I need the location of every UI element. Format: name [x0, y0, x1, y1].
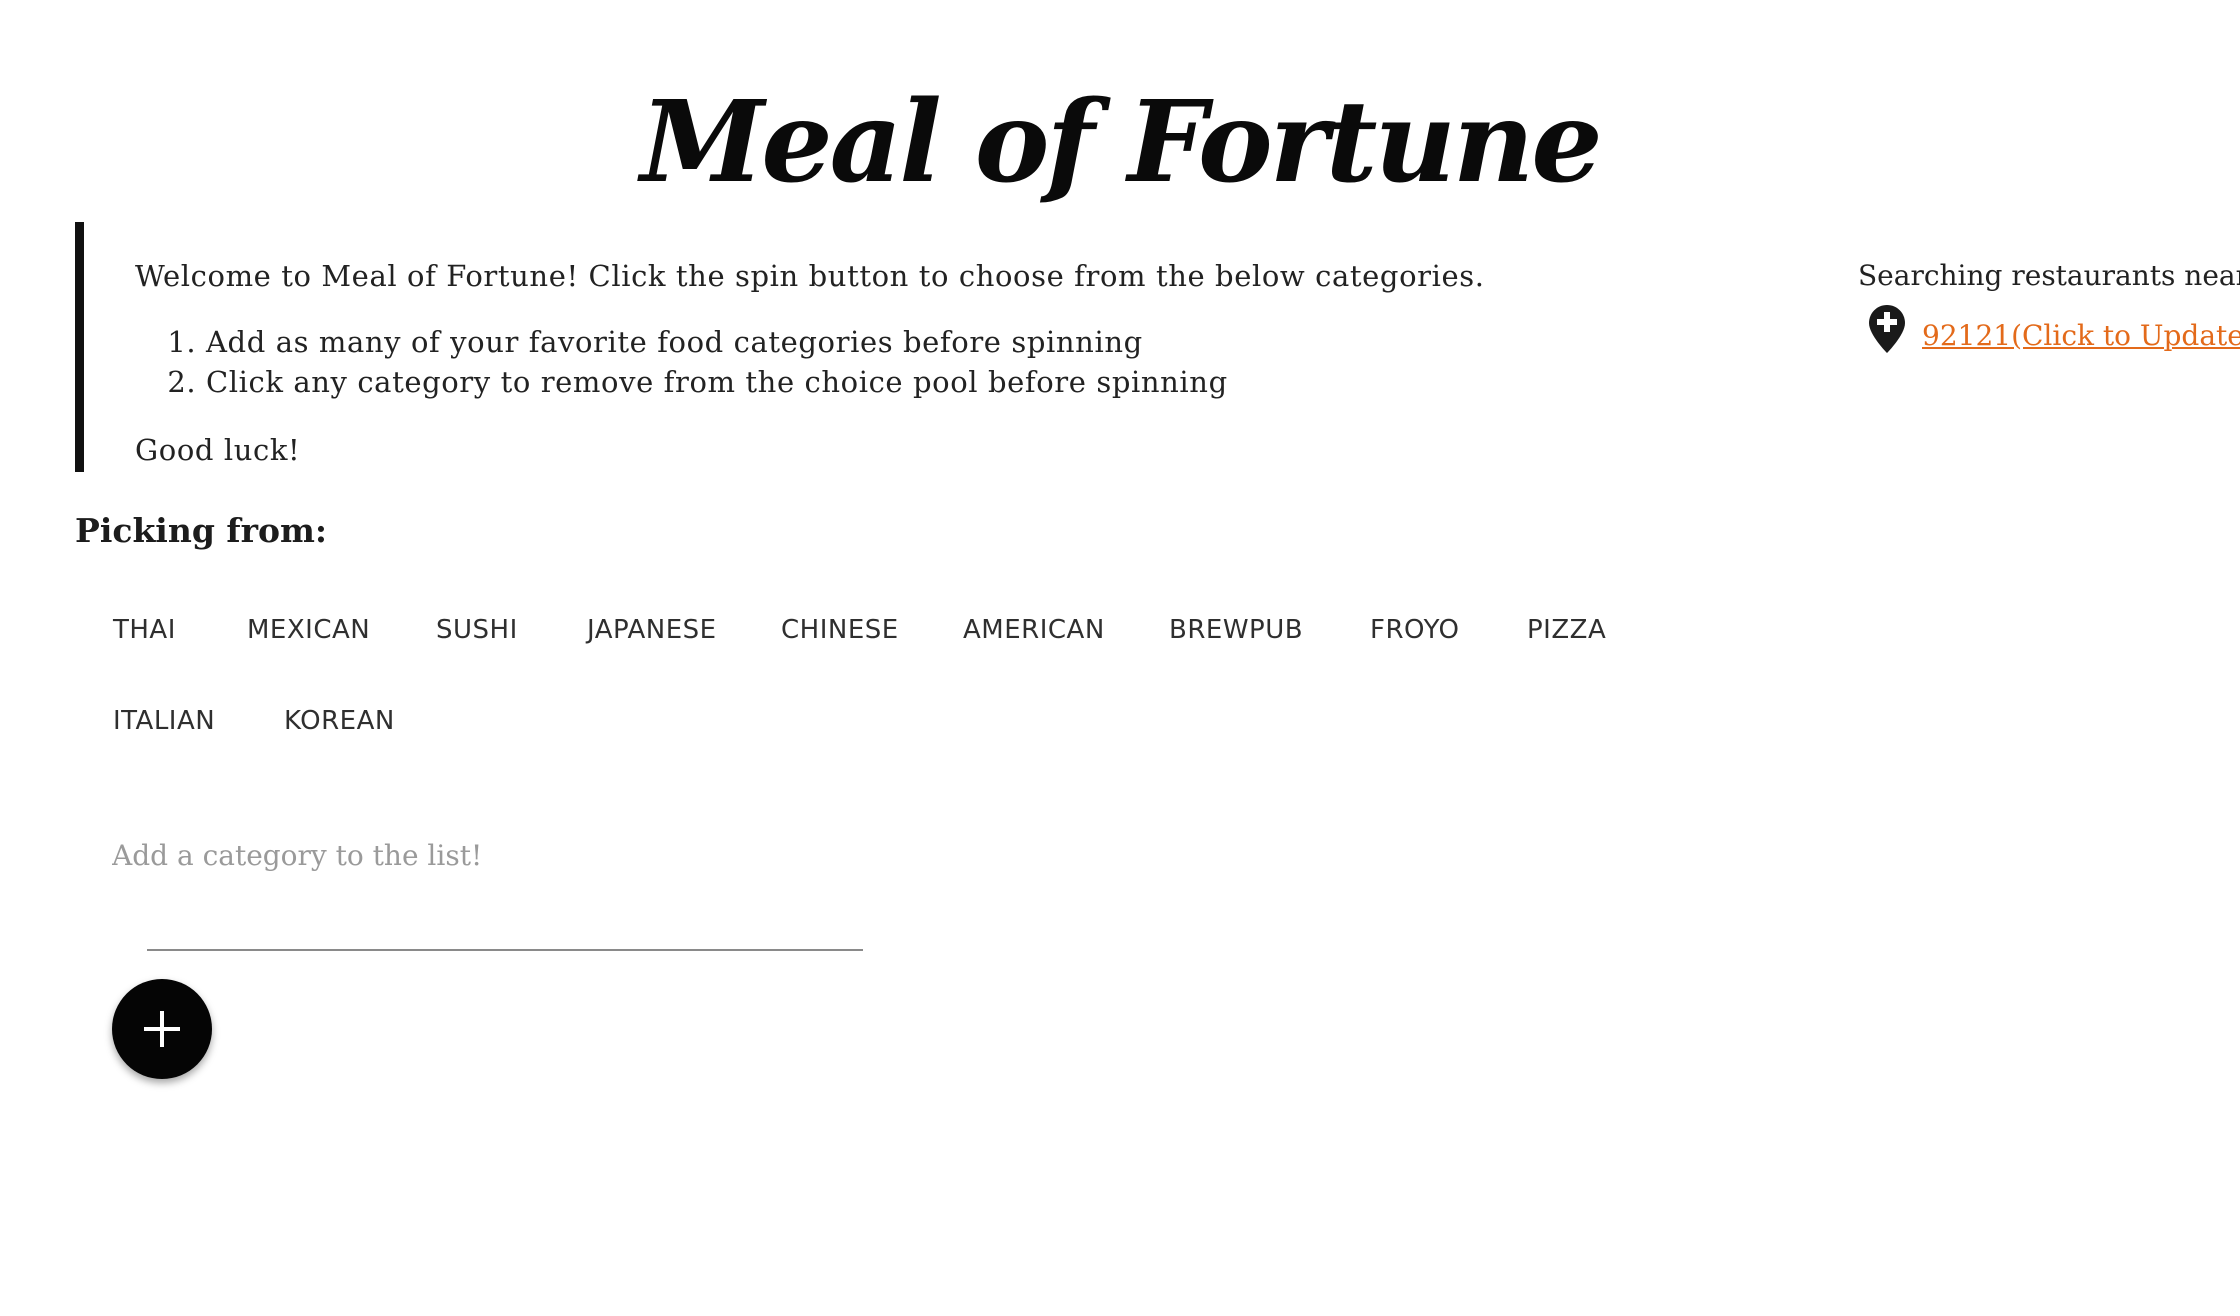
category-chip-froyo[interactable]: FROYO	[1332, 598, 1498, 662]
category-chip-list: THAI MEXICAN SUSHI JAPANESE CHINESE AMER…	[75, 598, 1695, 778]
category-chip-mexican[interactable]: MEXICAN	[209, 598, 408, 662]
welcome-text: Welcome to Meal of Fortune! Click the sp…	[135, 259, 1485, 293]
instructions-panel: Welcome to Meal of Fortune! Click the sp…	[75, 222, 1595, 472]
picking-heading: Picking from:	[75, 511, 328, 550]
location-row: 92121(Click to Update)	[1858, 304, 2240, 354]
good-luck-text: Good luck!	[135, 433, 301, 467]
add-category-button[interactable]	[112, 979, 212, 1079]
category-chip-pizza[interactable]: PIZZA	[1489, 598, 1644, 662]
instruction-step: Add as many of your favorite food catego…	[206, 322, 1228, 362]
location-panel: Searching restaurants near: 92121(Click …	[1858, 256, 2240, 353]
location-label: Searching restaurants near:	[1858, 259, 2240, 292]
page-title: Meal of Fortune	[640, 77, 1602, 208]
category-chip-brewpub[interactable]: BREWPUB	[1131, 598, 1341, 662]
category-chip-japanese[interactable]: JAPANESE	[549, 598, 755, 662]
update-location-link[interactable]: 92121(Click to Update)	[1922, 319, 2240, 352]
category-chip-italian[interactable]: ITALIAN	[75, 689, 253, 753]
category-chip-chinese[interactable]: CHINESE	[743, 598, 937, 662]
category-chip-sushi[interactable]: SUSHI	[398, 598, 556, 662]
instruction-step: Click any category to remove from the ch…	[206, 362, 1228, 402]
category-chip-american[interactable]: AMERICAN	[925, 598, 1143, 662]
plus-icon	[144, 1011, 180, 1047]
add-category-input[interactable]	[112, 830, 872, 880]
map-pin-plus-icon	[1868, 304, 1906, 354]
add-category-input-underline	[147, 949, 863, 951]
instructions-list: Add as many of your favorite food catego…	[135, 322, 1228, 402]
category-chip-thai[interactable]: THAI	[75, 598, 214, 662]
category-chip-korean[interactable]: KOREAN	[246, 689, 433, 753]
